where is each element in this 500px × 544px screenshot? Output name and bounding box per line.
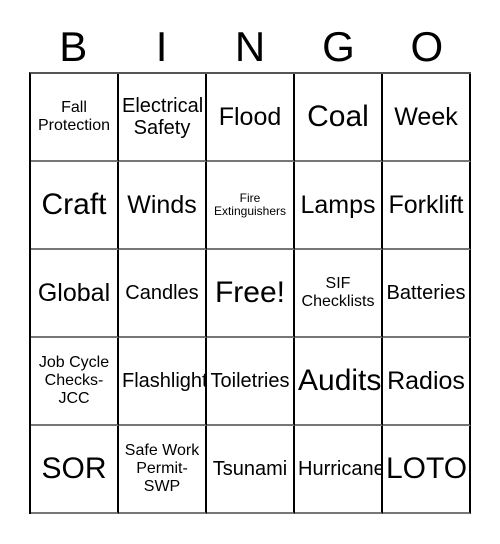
- bingo-cell-label: Free!: [214, 276, 286, 310]
- bingo-cell-label: Winds: [127, 191, 197, 219]
- bingo-header-letter-o: O: [410, 23, 444, 70]
- bingo-header-letter-g: G: [322, 23, 355, 70]
- bingo-cell-label: Hurricane: [298, 457, 383, 480]
- bingo-cell-label: Candles: [125, 281, 199, 304]
- bingo-cell-r1c4[interactable]: Coal: [295, 74, 383, 162]
- bingo-cell-label: SOR: [41, 452, 107, 486]
- bingo-cell-r5c4[interactable]: Hurricane: [295, 426, 383, 514]
- bingo-cell-label: Fire Extinguishers: [213, 190, 287, 218]
- bingo-cell-free-space[interactable]: Free!: [207, 250, 295, 338]
- bingo-cell-label: Fall Protection: [37, 99, 111, 134]
- bingo-cell-r2c2[interactable]: Winds: [119, 162, 207, 250]
- bingo-cell-label: Safe Work Permit-SWP: [124, 442, 200, 495]
- bingo-cell-r4c3[interactable]: Toiletries: [207, 338, 295, 426]
- bingo-cell-r3c2[interactable]: Candles: [119, 250, 207, 338]
- bingo-cell-label: Batteries: [386, 281, 466, 304]
- bingo-header-letter-n: N: [234, 23, 266, 70]
- bingo-cell-label: Craft: [41, 188, 107, 222]
- bingo-cell-label: Flashlights: [122, 369, 205, 392]
- bingo-cell-label: LOTO: [386, 452, 468, 486]
- bingo-cell-label: Coal: [307, 100, 369, 134]
- bingo-cell-label: Audits: [298, 364, 382, 398]
- bingo-cell-r5c2[interactable]: Safe Work Permit-SWP: [119, 426, 207, 514]
- bingo-cell-label: Forklift: [388, 191, 464, 219]
- bingo-cell-r2c1[interactable]: Craft: [31, 162, 119, 250]
- bingo-cell-label: Flood: [218, 103, 282, 131]
- bingo-cell-r1c1[interactable]: Fall Protection: [31, 74, 119, 162]
- bingo-header-letter-b: B: [59, 23, 88, 70]
- bingo-cell-r2c5[interactable]: Forklift: [383, 162, 471, 250]
- bingo-header-row: B I N G O: [29, 22, 471, 72]
- bingo-cell-r1c2[interactable]: Electrical Safety: [119, 74, 207, 162]
- bingo-cell-r1c3[interactable]: Flood: [207, 74, 295, 162]
- bingo-cell-r3c5[interactable]: Batteries: [383, 250, 471, 338]
- bingo-card: B I N G O Fall Protection Electrical Saf…: [0, 0, 500, 544]
- bingo-cell-label: Tsunami: [212, 457, 288, 480]
- bingo-cell-label: Electrical Safety: [122, 94, 204, 139]
- bingo-cell-label: Week: [394, 103, 458, 131]
- bingo-cell-label: Lamps: [300, 191, 376, 219]
- bingo-cell-r5c3[interactable]: Tsunami: [207, 426, 295, 514]
- bingo-cell-r2c3[interactable]: Fire Extinguishers: [207, 162, 295, 250]
- bingo-cell-label: Job Cycle Checks-JCC: [38, 354, 110, 407]
- bingo-header-letter-i: I: [155, 23, 168, 70]
- bingo-grid: Fall Protection Electrical Safety Flood …: [29, 72, 471, 514]
- bingo-cell-r3c1[interactable]: Global: [31, 250, 119, 338]
- bingo-cell-label: SIF Checklists: [301, 275, 375, 310]
- bingo-cell-r1c5[interactable]: Week: [383, 74, 471, 162]
- bingo-cell-label: Global: [37, 279, 111, 307]
- bingo-cell-r3c4[interactable]: SIF Checklists: [295, 250, 383, 338]
- bingo-cell-r2c4[interactable]: Lamps: [295, 162, 383, 250]
- bingo-cell-r4c4[interactable]: Audits: [295, 338, 383, 426]
- bingo-cell-label: Radios: [387, 367, 465, 395]
- bingo-cell-r4c2[interactable]: Flashlights: [119, 338, 207, 426]
- bingo-cell-r5c1[interactable]: SOR: [31, 426, 119, 514]
- bingo-cell-label: Toiletries: [210, 369, 290, 392]
- bingo-cell-r4c5[interactable]: Radios: [383, 338, 471, 426]
- bingo-cell-r5c5[interactable]: LOTO: [383, 426, 471, 514]
- bingo-cell-r4c1[interactable]: Job Cycle Checks-JCC: [31, 338, 119, 426]
